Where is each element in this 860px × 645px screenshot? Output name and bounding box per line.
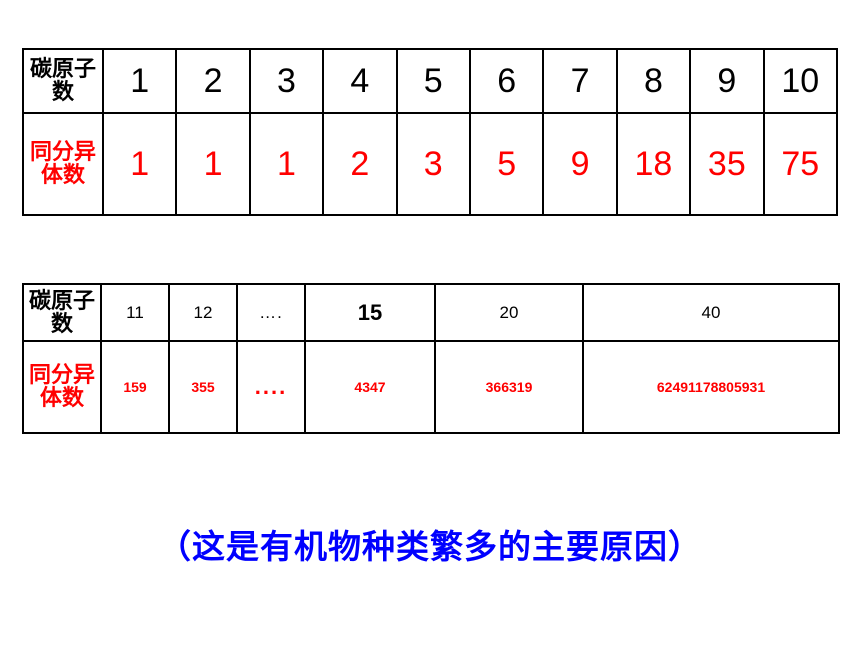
cell-isomer-1: 1 (101, 112, 178, 216)
cell-isomer-3: 1 (248, 112, 325, 216)
cell-isomer-20: 366319 (434, 340, 584, 434)
cell-isomer-6: 5 (468, 112, 545, 216)
slide-root: 碳原子数 1 2 3 4 5 6 7 8 9 10 同分异体数 1 1 1 2 … (0, 0, 860, 645)
cell-isomer-12: 355 (168, 340, 238, 434)
row-label-isomer-count: 同分异体数 (22, 112, 104, 216)
isomer-table-bottom: 碳原子数 11 12 …. 15 20 40 同分异体数 159 355 ...… (22, 283, 840, 434)
cell-isomer-9: 35 (689, 112, 765, 216)
table-row: 碳原子数 11 12 …. 15 20 40 (22, 283, 840, 342)
cell-isomer-10: 75 (762, 112, 839, 216)
row-label-isomer-count-2: 同分异体数 (22, 340, 102, 434)
cell-isomer-ellipsis: .... (236, 340, 306, 434)
cell-isomer-15: 4347 (304, 340, 436, 434)
cell-isomer-8: 18 (615, 112, 692, 216)
cell-carbon-7: 7 (542, 48, 618, 114)
cell-carbon-3: 3 (248, 48, 325, 114)
isomer-table-top: 碳原子数 1 2 3 4 5 6 7 8 9 10 同分异体数 1 1 1 2 … (22, 48, 839, 216)
cell-carbon-6: 6 (468, 48, 545, 114)
slide-caption: （这是有机物种类繁多的主要原因） (158, 528, 702, 565)
cell-carbon-11: 11 (100, 283, 170, 342)
cell-carbon-2: 2 (175, 48, 251, 114)
cell-isomer-5: 3 (395, 112, 471, 216)
row-label-carbon-count-2: 碳原子数 (22, 283, 102, 342)
cell-isomer-40: 62491178805931 (582, 340, 840, 434)
cell-carbon-20: 20 (434, 283, 584, 342)
cell-carbon-5: 5 (395, 48, 471, 114)
cell-carbon-1: 1 (101, 48, 178, 114)
table-row: 碳原子数 1 2 3 4 5 6 7 8 9 10 (22, 48, 839, 114)
cell-carbon-12: 12 (168, 283, 238, 342)
cell-isomer-4: 2 (322, 112, 398, 216)
row-label-carbon-count: 碳原子数 (22, 48, 104, 114)
cell-isomer-7: 9 (542, 112, 618, 216)
cell-carbon-10: 10 (762, 48, 839, 114)
cell-carbon-4: 4 (322, 48, 398, 114)
isomer-table-bottom-grid: 碳原子数 11 12 …. 15 20 40 同分异体数 159 355 ...… (22, 283, 840, 434)
cell-carbon-8: 8 (615, 48, 692, 114)
table-row: 同分异体数 1 1 1 2 3 5 9 18 35 75 (22, 112, 839, 216)
cell-carbon-15: 15 (304, 283, 436, 342)
cell-carbon-ellipsis: …. (236, 283, 306, 342)
table-row: 同分异体数 159 355 .... 4347 366319 624911788… (22, 340, 840, 434)
isomer-table-top-grid: 碳原子数 1 2 3 4 5 6 7 8 9 10 同分异体数 1 1 1 2 … (22, 48, 839, 216)
cell-carbon-40: 40 (582, 283, 840, 342)
cell-isomer-2: 1 (175, 112, 251, 216)
cell-isomer-11: 159 (100, 340, 170, 434)
cell-carbon-9: 9 (689, 48, 765, 114)
